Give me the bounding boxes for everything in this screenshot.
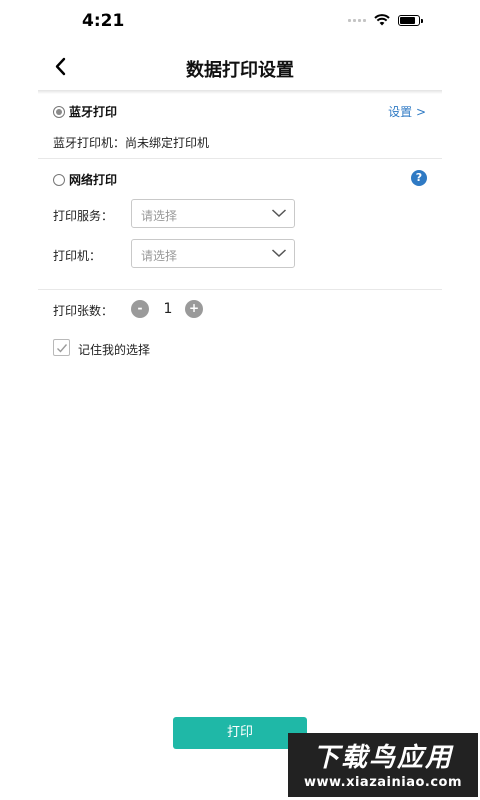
section-divider: [38, 158, 442, 159]
watermark-title: 下载鸟应用: [312, 743, 453, 773]
bluetooth-printer-status: 蓝牙打印机：尚未绑定打印机: [53, 136, 210, 150]
network-radio[interactable]: [53, 174, 65, 186]
nav-divider: [38, 90, 442, 94]
chevron-down-icon: [271, 209, 287, 218]
print-service-label: 打印服务：: [53, 209, 114, 223]
printer-placeholder: 请选择: [141, 249, 178, 263]
print-service-select[interactable]: 请选择: [131, 199, 295, 228]
print-button[interactable]: 打印: [173, 717, 307, 749]
watermark-logo: 下载鸟应用 www.xiazainiao.com: [288, 733, 478, 797]
nav-bar: 数据打印设置: [0, 44, 480, 90]
chevron-down-icon: [271, 249, 287, 258]
status-icons: [348, 14, 423, 26]
checkmark-icon: [57, 344, 68, 353]
bluetooth-radio[interactable]: [53, 106, 65, 118]
bluetooth-print-label: 蓝牙打印: [69, 105, 118, 119]
watermark-url: www.xiazainiao.com: [303, 775, 463, 790]
copies-value: 1: [163, 301, 173, 317]
printer-select[interactable]: 请选择: [131, 239, 295, 268]
decrement-button[interactable]: -: [131, 300, 149, 318]
page: 4:21 数据打印设置 蓝牙打印 设置 > 蓝牙打印机：尚未绑定打印机 网络打印…: [0, 0, 480, 800]
signal-icon: [348, 18, 366, 22]
bluetooth-settings-link[interactable]: 设置 >: [388, 103, 426, 120]
help-icon[interactable]: ?: [411, 170, 427, 186]
copies-label: 打印张数：: [53, 304, 114, 318]
section-divider: [38, 289, 442, 290]
network-print-option[interactable]: 网络打印: [53, 171, 117, 188]
printer-label: 打印机：: [53, 249, 102, 263]
status-bar: 4:21: [0, 0, 480, 44]
network-print-label: 网络打印: [69, 173, 118, 187]
bluetooth-print-option[interactable]: 蓝牙打印: [53, 103, 117, 120]
print-service-placeholder: 请选择: [141, 209, 178, 223]
wifi-icon: [374, 14, 390, 26]
remember-checkbox[interactable]: [53, 339, 70, 356]
battery-icon: [398, 14, 423, 26]
page-title: 数据打印设置: [186, 60, 294, 81]
increment-button[interactable]: +: [185, 300, 203, 318]
status-time: 4:21: [82, 11, 125, 31]
remember-label: 记住我的选择: [78, 343, 151, 357]
